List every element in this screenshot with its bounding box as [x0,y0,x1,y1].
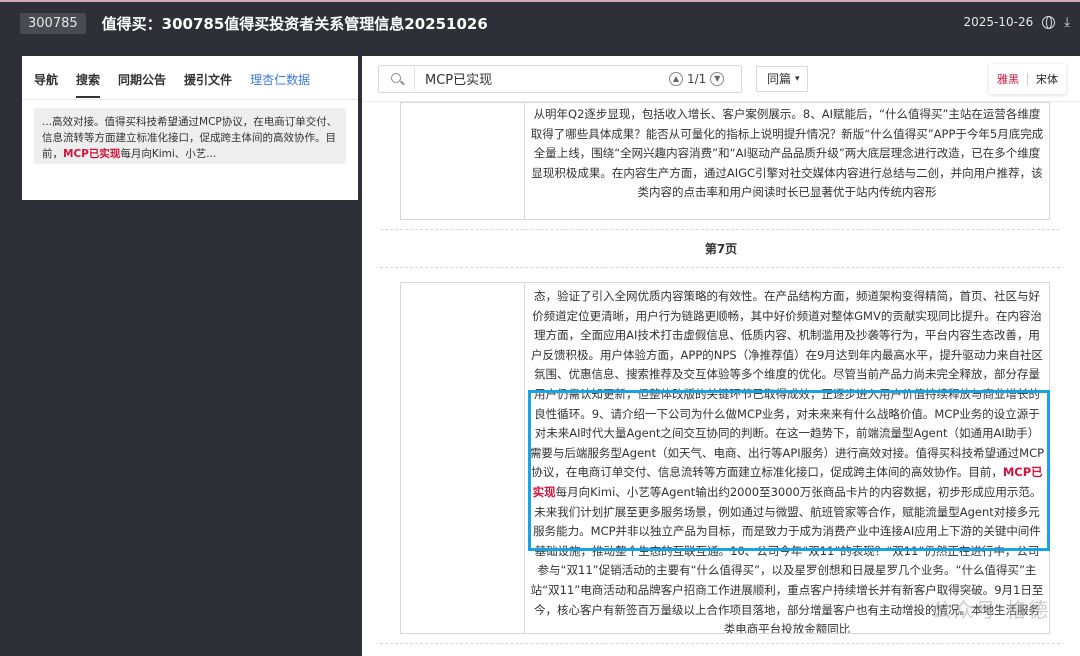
match-navigation: ▲ 1/1 ▼ [669,71,725,86]
search-input[interactable] [415,71,665,86]
tab-navigation[interactable]: 导航 [34,57,58,98]
globe-icon[interactable] [1042,15,1056,29]
download-icon[interactable]: ⤓ [1064,16,1070,29]
tab-same-period-announcements[interactable]: 同期公告 [118,57,166,98]
page-divider [380,229,1060,230]
top-right-tools: 2025-10-26 ⤓ [964,15,1071,29]
tab-search[interactable]: 搜索 [76,57,101,98]
page-divider [380,267,1060,268]
document-title: 值得买：300785值得买投资者关系管理信息20251026 [101,14,488,33]
document-date: 2025-10-26 [963,15,1034,29]
table-cell-label [401,283,525,633]
page-number-label: 第7页 [704,242,738,256]
previous-match-icon[interactable]: ▲ [669,71,683,86]
top-bar: 300785 值得买：300785值得买投资者关系管理信息20251026 20… [0,0,1080,44]
layout-select-value: 同篇 [767,72,792,86]
table-cell-content: 态，验证了引入全网优质内容策略的有效性。在产品结构方面，频道架构变得精简，首页、… [525,283,1049,633]
search-box: ▲ 1/1 ▼ [378,64,742,93]
layout-select[interactable]: 同篇 ▾ [756,65,808,92]
search-result-item[interactable]: ...高效对接。值得买科技希望通过MCP协议，在电商订单交付、信息流转等方面建立… [34,108,346,164]
snippet-text-after: 每月向Kimi、小艺... [120,148,217,160]
page-6-text: 从明年Q2逐步显现，包括收入增长、客户案例展示。8、AI赋能后，“什么值得买”主… [530,107,1044,200]
match-count: 1/1 [687,71,707,86]
chevron-down-icon: ▾ [795,73,800,84]
table-row: 从明年Q2逐步显现，包括收入增长、客户案例展示。8、AI赋能后，“什么值得买”主… [400,102,1050,220]
page-divider [380,643,1060,644]
font-switch: 雅黑 宋体 [989,64,1066,94]
table-cell-label [401,103,525,219]
tab-cited-documents[interactable]: 援引文件 [184,57,232,98]
stock-code-badge: 300785 [20,12,86,34]
next-match-icon[interactable]: ▼ [710,71,725,86]
font-divider [1027,72,1028,85]
left-panel-tabs: 导航 搜索 同期公告 援引文件 理杏仁数据 [22,56,358,100]
watermark: 公众号·格德 [931,598,1050,622]
page-7-text-before: 态，验证了引入全网优质内容策略的有效性。在产品结构方面，频道架构变得精简，首页、… [529,289,1045,480]
snippet-highlight: MCP已实现 [63,148,121,160]
table-row: 态，验证了引入全网优质内容策略的有效性。在产品结构方面，频道架构变得精简，首页、… [400,282,1050,634]
table-cell-content: 从明年Q2逐步显现，包括收入增长、客户案例展示。8、AI赋能后，“什么值得买”主… [525,103,1049,219]
font-option-yahei[interactable]: 雅黑 [997,71,1019,87]
tab-lixinger-data[interactable]: 理杏仁数据 [250,57,310,98]
viewer-toolbar: ▲ 1/1 ▼ 同篇 ▾ 雅黑 宋体 [362,56,1080,102]
search-icon[interactable] [379,65,415,92]
document-viewer: ▲ 1/1 ▼ 同篇 ▾ 雅黑 宋体 从明年Q2逐步显现，包括收入增长、客户案例… [362,56,1080,656]
left-panel: 导航 搜索 同期公告 援引文件 理杏仁数据 ...高效对接。值得买科技希望通过M… [22,56,358,200]
font-option-songti[interactable]: 宋体 [1036,71,1058,87]
